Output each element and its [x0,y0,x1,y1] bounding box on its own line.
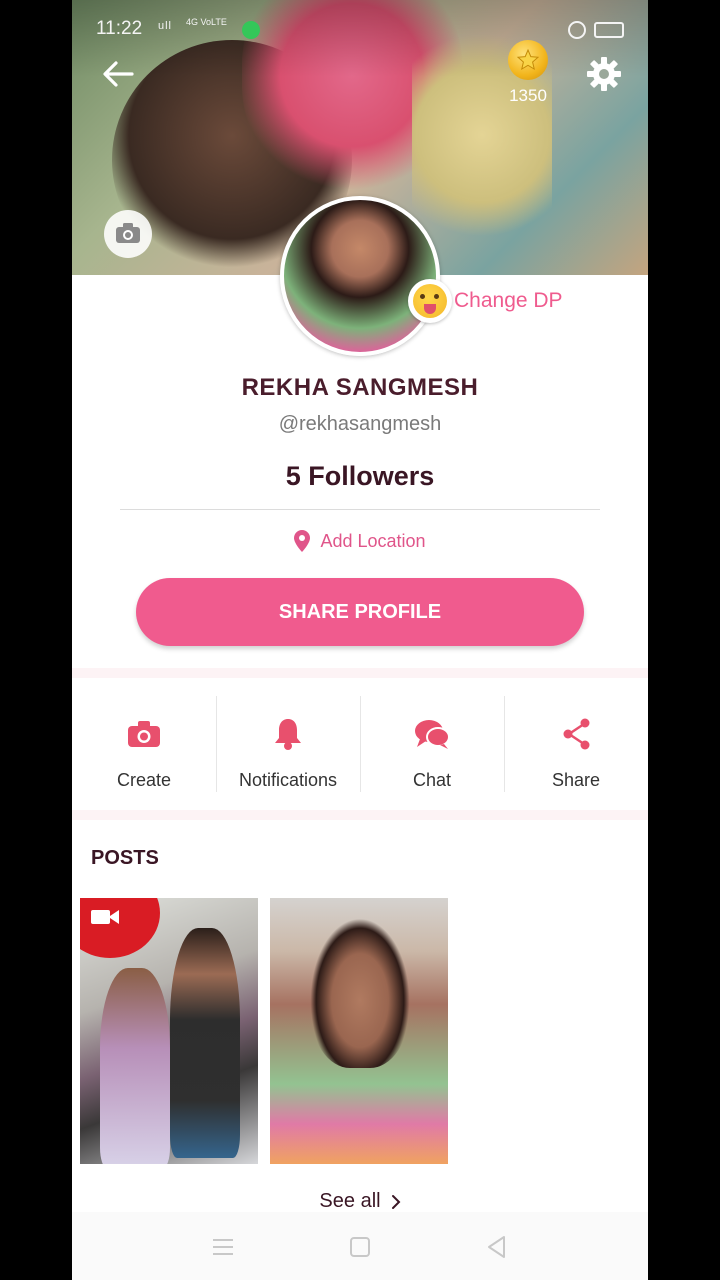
notifications-action[interactable]: Notifications [216,690,360,800]
alarm-icon [568,21,586,39]
coin-icon[interactable] [508,40,548,80]
home-square-icon[interactable] [347,1234,373,1260]
signal-indicator: ull [158,20,173,32]
app-notification-icon [242,21,260,39]
network-indicator: 4G VoLTE [186,17,227,27]
chat-bubbles-icon [415,720,450,749]
status-bar: 11:22 ull 4G VoLTE [72,12,648,44]
chat-label: Chat [412,770,452,790]
post-thumbnail[interactable] [270,898,448,1164]
add-location-label: Add Location [320,530,426,551]
status-time: 11:22 [96,18,143,39]
tongue-emoji-icon [408,279,452,323]
arrow-left-icon [103,61,134,87]
profile-avatar[interactable] [280,196,440,356]
share-action[interactable]: Share [504,690,648,800]
see-all-link[interactable]: See all [72,1190,648,1213]
notifications-label: Notifications [238,770,338,790]
back-button[interactable] [98,54,138,94]
video-camera-icon [91,910,119,924]
battery-icon [594,22,624,38]
menu-icon[interactable] [210,1234,236,1260]
chat-action[interactable]: Chat [360,690,504,800]
post-thumbnail[interactable] [80,898,258,1164]
camera-icon [128,721,160,747]
settings-button[interactable] [584,54,624,94]
share-profile-button[interactable]: SHARE PROFILE [136,578,584,646]
create-action[interactable]: Create [72,690,216,800]
section-divider [72,810,648,820]
heart-badge [80,898,160,958]
create-label: Create [116,770,172,790]
divider [120,509,600,510]
share-label: Share [551,770,601,790]
section-divider [72,668,648,678]
posts-heading: POSTS [91,847,159,869]
add-location-link[interactable]: Add Location [72,530,648,552]
change-cover-button[interactable] [104,210,152,258]
action-bar: Create Notifications Chat Share [72,690,648,800]
change-dp-label: Change DP [454,289,563,312]
followers-count[interactable]: 5 Followers [72,461,648,492]
chevron-right-icon [391,1194,400,1209]
see-all-label: See all [319,1190,381,1212]
back-triangle-icon[interactable] [484,1234,510,1260]
camera-icon [116,223,140,243]
profile-name: REKHA SANGMESH [241,374,479,401]
coin-count: 1350 [509,86,547,105]
bell-icon [275,719,301,750]
system-nav-bar [72,1212,648,1280]
gear-icon [587,57,621,91]
share-icon [563,718,590,750]
profile-screen: 11:22 ull 4G VoLTE 1350 Change DP REKHA … [72,0,648,1280]
profile-handle: @rekhasangmesh [278,413,442,435]
change-dp-button[interactable]: Change DP [408,278,563,324]
location-pin-icon [294,530,311,552]
